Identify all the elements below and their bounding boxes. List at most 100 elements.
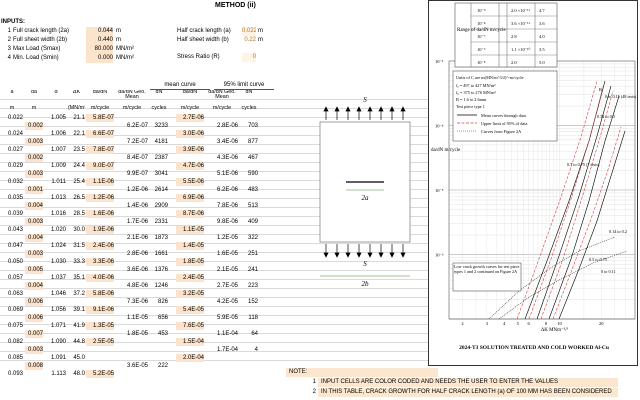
stress-ratio-value: 0 [242,53,256,62]
table-cell-m2: 1.1E-05 [176,226,204,234]
input-label-max-load: Max Load (Smax) [13,46,61,52]
range-row-c: 2.0 ×10⁻¹¹ [511,8,531,13]
notes-title: NOTE: [286,368,438,377]
y-tick-label: 10⁻⁵ [435,188,444,193]
table-cell-a: 0.085 [7,355,23,361]
table-cell-da: 0.004 [25,202,43,210]
x-tick-label: 20 [599,321,604,326]
table-cell-dk: 25.4 [73,179,85,185]
table-cell-al: 1.046 [50,291,66,297]
table-cell-g2: 5.9E-05 [216,315,238,321]
table-cell-n1: 2331 [154,219,168,225]
y-tick-label: 10⁻³ [435,59,444,64]
table-cell-n2: 467 [247,155,258,161]
note-item: INPUT CELLS ARE COLOR CODED AND NEEDS TH… [318,378,618,387]
table-cell-da: 0.003 [25,170,43,178]
table-cell-al: 1.056 [50,307,66,313]
table-cell-m1: 1.1E-06 [86,178,114,186]
curve-label: 0 to 0.11 [601,269,616,274]
legend-line: Test piece type 1 [456,104,485,109]
table-unit-cell: m/cycle [122,105,142,111]
table-cell-da: 0.007 [25,330,43,338]
table-cell-da: 0.003 [25,218,43,226]
table-cell-n2: 409 [247,219,258,225]
table-cell-al: 1.030 [50,259,66,265]
stress-label-top: S [363,96,367,104]
table-cell-da: 0.006 [25,298,43,306]
min-load-input[interactable]: 0.000 [86,54,113,63]
table-cell-g2: 2.8E-06 [216,123,238,129]
table-cell-a: 0.027 [7,147,23,153]
max-load-input[interactable]: 80.000 [86,45,113,54]
half-sheet-value: 0.22 [244,37,256,43]
table-cell-m1: 1.6E-06 [86,210,114,218]
table-cell-m1: 1.9E-06 [86,226,114,234]
range-row: 10⁻⁵ [477,60,486,65]
input-unit: m [116,28,121,34]
table-cell-n1: 2909 [154,203,168,209]
table-cell-g1: 1.7E-06 [126,219,148,225]
table-cell-n2: 590 [247,171,258,177]
table-cell-al: 1.024 [50,243,66,249]
input-label-min-load: Min. Load (Smin) [13,55,59,61]
sheet-width-input[interactable]: 0.440 [86,36,113,45]
legend-item: Mean curves through data [481,113,526,118]
table-header-cell: ΔK [72,90,81,95]
table-cell-al: 1.007 [50,147,66,153]
input-unit: m [258,28,263,34]
table-cell-a: 0.057 [7,275,23,281]
curve-label: R [599,87,602,92]
table-cell-m2: 8.7E-06 [176,210,204,218]
range-table-label: Range of da/dN m/cycle [457,28,507,33]
table-cell-al: 1.013 [50,195,66,201]
table-cell-a: 0.043 [7,227,23,233]
range-row-m: 3.6 [539,21,545,26]
table-cell-a: 0.047 [7,243,23,249]
table-cell-m1: 2.4E-06 [86,242,114,250]
table-cell-a: 0.093 [7,371,23,377]
table-cell-al: 1.006 [50,131,66,137]
mean-curve-header: mean curve [150,81,210,90]
crack-label: 2a [362,194,370,202]
legend-line: Units of C are m(MN/m^3/2)^-m/cycle [456,75,524,80]
table-cell-g2: 2.7E-05 [216,283,238,289]
half-sheet-label: Half sheet width (b) [177,37,229,43]
table-unit-cell: cycles [151,105,167,111]
table-cell-dk: 22.1 [73,131,85,137]
table-cell-dk: 41.9 [73,323,85,329]
table-cell-n1: 1376 [154,267,168,273]
table-cell-n2: 251 [247,251,258,257]
table-cell-da: 0.004 [25,282,43,290]
range-row: 10⁻⁶ [477,47,486,52]
crack-length-input[interactable]: 0.044 [86,27,113,36]
table-cell-g2: 2.1E-05 [216,267,238,273]
table-cell-n2: 703 [247,123,258,129]
table-cell-g2: 3.4E-06 [216,139,238,145]
table-cell-m1: 4.0E-06 [86,274,114,282]
table-cell-a: 0.075 [7,323,23,329]
table-cell-g1: 3.6E-05 [126,363,148,369]
table-cell-n1: 826 [157,299,168,305]
input-unit: MN/m² [116,55,134,61]
table-cell-m2: 5.5E-06 [176,178,204,186]
table-header-cell: da/dN Geo. Mean [118,90,146,99]
chart-legend: Units of C are m(MN/m^3/2)^-m/cycle fₐ =… [452,70,558,142]
half-crack-value: 0.022 [242,27,256,36]
input-unit: MN/m² [116,46,134,52]
x-tick-label: 6 [528,321,531,326]
table-cell-m1: 5.2E-05 [86,370,114,378]
table-header-cell: dN [155,90,163,95]
table-cell-n2: 223 [247,283,258,289]
table-cell-da: 0.008 [25,362,43,370]
table-cell-al: 1.091 [50,355,66,361]
note-index: 1 [312,379,316,385]
fatigue-crack-growth-figure: Range of da/dN m/cycle 10⁻⁹ 2.0 ×10⁻¹¹ 4… [428,0,638,366]
figure-canvas: Range of da/dN m/cycle 10⁻⁹ 2.0 ×10⁻¹¹ 4… [431,2,637,351]
table-unit-cell: m/cycle [90,105,110,111]
table-cell-g2: 5.1E-06 [216,171,238,177]
legend-line: B = 1.6 to 2.6mm [456,97,487,102]
table-cell-n1: 2614 [154,187,168,193]
chart-xlabel: ΔK MNm⁻³/² [541,327,569,333]
table-cell-n2: 64 [251,331,258,337]
low-crack-note: Low crack growth curves for test piece t… [452,262,522,292]
